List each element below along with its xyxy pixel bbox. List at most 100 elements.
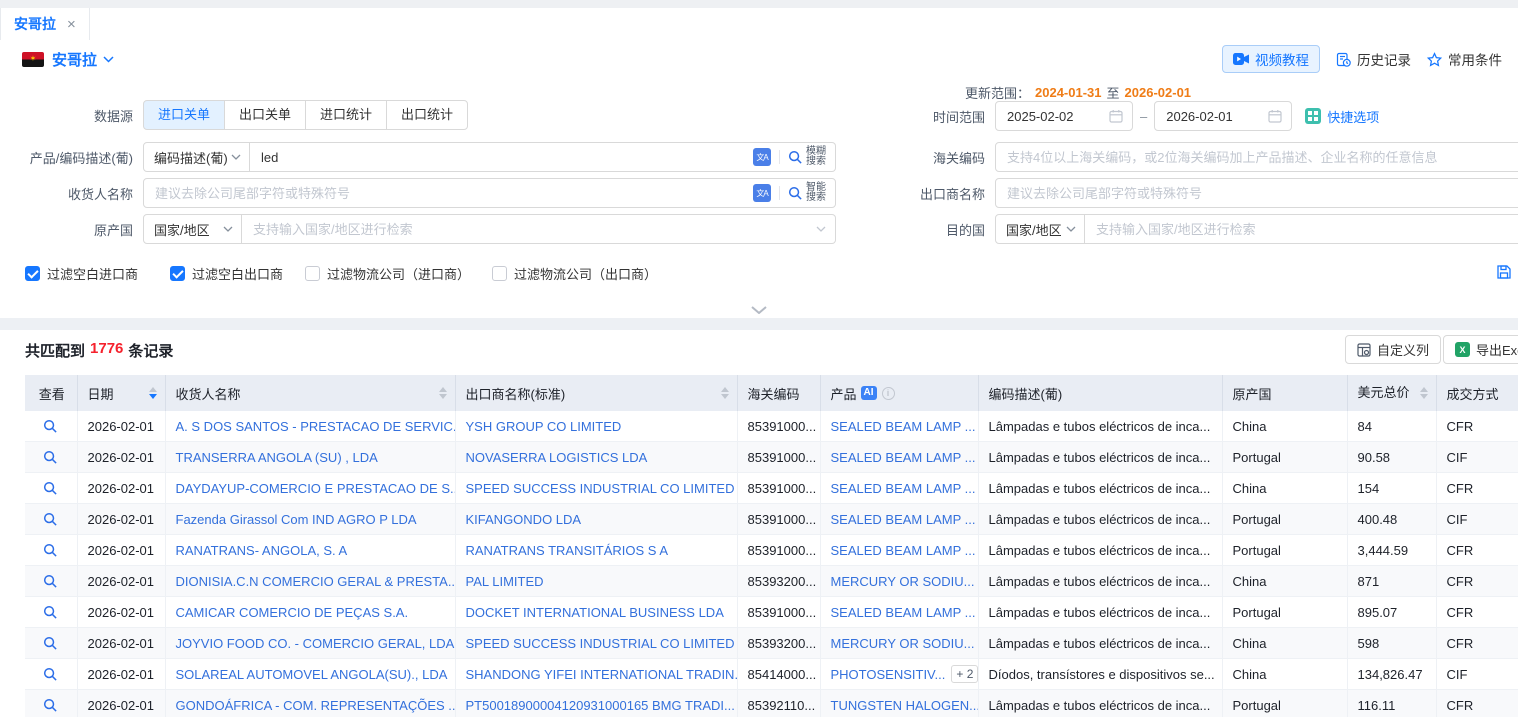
end-date-value[interactable] (1164, 108, 1268, 125)
view-record-button[interactable] (43, 698, 58, 713)
tab-angola[interactable]: 安哥拉 × (0, 8, 90, 40)
product-link[interactable]: SEALED BEAM LAMP ... (831, 512, 976, 527)
sort-icons[interactable] (1414, 387, 1428, 399)
column-header-3[interactable]: 出口商名称(标准) (455, 375, 737, 411)
view-record-button[interactable] (43, 636, 58, 651)
exporter-link[interactable]: RANATRANS TRANSITÁRIOS S A (466, 543, 669, 558)
product-link[interactable]: SEALED BEAM LAMP ... (831, 543, 976, 558)
exporter-link[interactable]: NOVASERRA LOGISTICS LDA (466, 450, 648, 465)
product-search-value[interactable] (259, 149, 753, 166)
datasource-tab-2[interactable]: 进口统计 (305, 100, 387, 130)
hs-code-input[interactable] (995, 142, 1518, 172)
translate-icon[interactable]: 文A (753, 148, 771, 166)
favorites-button[interactable]: 常用条件 (1427, 49, 1502, 69)
consignee-link[interactable]: GONDOÁFRICA - COM. REPRESENTAÇÕES ... (176, 698, 456, 713)
smart-search-icon[interactable] (788, 186, 803, 201)
checkbox-unchecked-icon[interactable] (305, 266, 320, 281)
consignee-link[interactable]: JOYVIO FOOD CO. - COMERCIO GERAL, LDA (176, 636, 455, 651)
video-tutorial-button[interactable]: 视频教程 (1222, 45, 1320, 73)
origin-country-select[interactable]: 国家/地区 (143, 214, 242, 244)
view-record-button[interactable] (43, 419, 58, 434)
checkbox-checked-icon[interactable] (170, 266, 185, 281)
sort-icons[interactable] (143, 387, 157, 399)
product-field-select[interactable]: 编码描述(葡) (143, 142, 250, 172)
product-more-badge[interactable]: + 2 (951, 665, 978, 683)
checkbox-unchecked-icon[interactable] (492, 266, 507, 281)
product-link[interactable]: SEALED BEAM LAMP ... (831, 419, 976, 434)
fuzzy-search-label[interactable]: 模糊搜索 (806, 147, 826, 167)
start-date-value[interactable] (1005, 108, 1109, 125)
sort-icons[interactable] (715, 387, 729, 399)
checkbox-checked-icon[interactable] (25, 266, 40, 281)
info-icon[interactable] (882, 387, 895, 400)
consignee-link[interactable]: Fazenda Girassol Com IND AGRO P LDA (176, 512, 417, 527)
origin-country-input[interactable] (242, 214, 836, 244)
view-record-button[interactable] (43, 605, 58, 620)
consignee-link[interactable]: DIONISIA.C.N COMERCIO GERAL & PRESTA... (176, 574, 456, 589)
column-header-1[interactable]: 日期 (77, 375, 165, 411)
consignee-link[interactable]: CAMICAR COMERCIO DE PEÇAS S.A. (176, 605, 409, 620)
view-record-button[interactable] (43, 512, 58, 527)
datasource-tab-0[interactable]: 进口关单 (143, 100, 225, 130)
translate-icon[interactable]: 文A (753, 184, 771, 202)
filter-checkbox-0[interactable]: 过滤空白进口商 (25, 264, 138, 283)
quick-options-button[interactable]: 快捷选项 (1305, 107, 1379, 126)
column-header-2[interactable]: 收货人名称 (165, 375, 455, 411)
exporter-value[interactable] (1005, 185, 1515, 202)
dest-country-select[interactable]: 国家/地区 (995, 214, 1085, 244)
sort-icons[interactable] (433, 387, 447, 399)
exporter-link[interactable]: SPEED SUCCESS INDUSTRIAL CO LIMITED (466, 636, 735, 651)
consignee-value[interactable] (153, 185, 753, 202)
customize-columns-button[interactable]: 自定义列 (1345, 335, 1441, 364)
product-link[interactable]: PHOTOSENSITIV... (831, 667, 946, 682)
product-search-input[interactable]: 文A 模糊搜索 (250, 142, 836, 172)
exporter-link[interactable]: YSH GROUP CO LIMITED (466, 419, 622, 434)
filter-checkbox-1[interactable]: 过滤空白出口商 (170, 264, 283, 283)
product-link[interactable]: SEALED BEAM LAMP ... (831, 605, 976, 620)
exporter-link[interactable]: SHANDONG YIFEI INTERNATIONAL TRADIN... (466, 667, 738, 682)
column-header-8[interactable]: 美元总价 (1347, 375, 1436, 411)
product-link[interactable]: TUNGSTEN HALOGEN... (831, 698, 979, 713)
exporter-link[interactable]: PT50018900004120931000165 BMG TRADI... (466, 698, 735, 713)
dest-country-value[interactable] (1094, 221, 1518, 238)
smart-search-label[interactable]: 智能搜索 (806, 183, 826, 203)
consignee-link[interactable]: A. S DOS SANTOS - PRESTACAO DE SERVIC... (176, 419, 456, 434)
exporter-input[interactable] (995, 178, 1518, 208)
exporter-link[interactable]: DOCKET INTERNATIONAL BUSINESS LDA (466, 605, 724, 620)
hs-code-value[interactable] (1005, 149, 1515, 166)
export-excel-button[interactable]: X 导出Exc (1443, 335, 1518, 364)
fuzzy-search-icon[interactable] (788, 150, 803, 165)
view-record-button[interactable] (43, 667, 58, 682)
save-condition-icon[interactable] (1496, 264, 1512, 280)
exporter-link[interactable]: KIFANGONDO LDA (466, 512, 582, 527)
datasource-tab-3[interactable]: 出口统计 (386, 100, 468, 130)
start-date-input[interactable] (995, 101, 1133, 131)
exporter-link[interactable]: SPEED SUCCESS INDUSTRIAL CO LIMITED (466, 481, 735, 496)
consignee-link[interactable]: RANATRANS- ANGOLA, S. A (176, 543, 348, 558)
product-link[interactable]: MERCURY OR SODIU... (831, 574, 975, 589)
country-title[interactable]: 安哥拉 (52, 49, 97, 70)
consignee-input[interactable]: 文A 智能搜索 (143, 178, 836, 208)
product-link[interactable]: SEALED BEAM LAMP ... (831, 450, 976, 465)
filter-checkbox-2[interactable]: 过滤物流公司（进口商） (305, 264, 470, 283)
origin-country-value[interactable] (251, 221, 816, 238)
product-link[interactable]: SEALED BEAM LAMP ... (831, 481, 976, 496)
exporter-link[interactable]: PAL LIMITED (466, 574, 544, 589)
consignee-link[interactable]: TRANSERRA ANGOLA (SU) , LDA (176, 450, 378, 465)
product-link[interactable]: MERCURY OR SODIU... (831, 636, 975, 651)
view-record-button[interactable] (43, 481, 58, 496)
collapse-panel-button[interactable] (731, 298, 787, 321)
view-record-button[interactable] (43, 450, 58, 465)
end-date-input[interactable] (1154, 101, 1292, 131)
history-button[interactable]: 历史记录 (1336, 49, 1411, 69)
view-record-button[interactable] (43, 574, 58, 589)
filter-checkbox-3[interactable]: 过滤物流公司（出口商） (492, 264, 657, 283)
datasource-tab-1[interactable]: 出口关单 (224, 100, 306, 130)
close-icon[interactable]: × (67, 17, 76, 32)
results-table: 查看日期收货人名称出口商名称(标准)海关编码产品AI编码描述(葡)原产国美元总价… (25, 375, 1518, 717)
consignee-link[interactable]: DAYDAYUP-COMERCIO E PRESTACAO DE S... (176, 481, 456, 496)
view-record-button[interactable] (43, 543, 58, 558)
dest-country-input[interactable] (1085, 214, 1518, 244)
chevron-down-icon[interactable] (103, 56, 114, 63)
consignee-link[interactable]: SOLAREAL AUTOMOVEL ANGOLA(SU)., LDA (176, 667, 448, 682)
